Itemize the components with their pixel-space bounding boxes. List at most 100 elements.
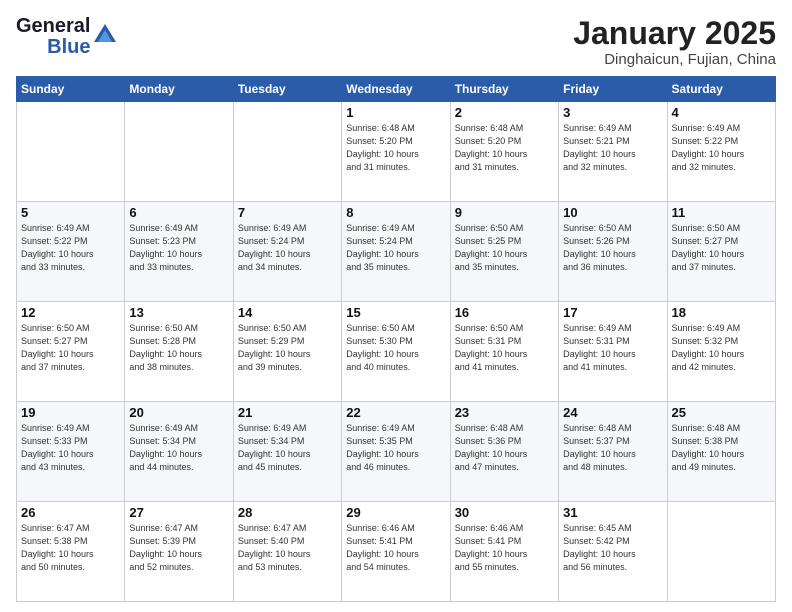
day-info: Sunrise: 6:48 AM Sunset: 5:20 PM Dayligh… [455,122,554,174]
day-cell [125,102,233,202]
day-cell: 6 Sunrise: 6:49 AM Sunset: 5:23 PM Daylig… [125,202,233,302]
day-cell: 14Sunrise: 6:50 AM Sunset: 5:29 PM Dayli… [233,302,341,402]
day-info: Sunrise: 6:49 AM Sunset: 5:32 PM Dayligh… [672,322,771,374]
day-info: Sunrise: 6:50 AM Sunset: 5:27 PM Dayligh… [672,222,771,274]
col-header-friday: Friday [559,77,667,102]
day-number: 21 [238,405,337,420]
day-info: Sunrise: 6:47 AM Sunset: 5:38 PM Dayligh… [21,522,120,574]
col-header-sunday: Sunday [17,77,125,102]
day-cell: 22Sunrise: 6:49 AM Sunset: 5:35 PM Dayli… [342,402,450,502]
day-cell: 17 Sunrise: 6:49 AM Sunset: 5:31 PM Dayli… [559,302,667,402]
day-info: Sunrise: 6:49 AM Sunset: 5:21 PM Dayligh… [563,122,662,174]
day-number: 15 [346,305,445,320]
col-header-monday: Monday [125,77,233,102]
day-cell: 4Sunrise: 6:49 AM Sunset: 5:22 PM Daylig… [667,102,775,202]
day-info: Sunrise: 6:49 AM Sunset: 5:23 PM Dayligh… [129,222,228,274]
day-cell: 27Sunrise: 6:47 AM Sunset: 5:39 PM Dayli… [125,502,233,602]
day-cell: 25Sunrise: 6:48 AM Sunset: 5:38 PM Dayli… [667,402,775,502]
day-number: 10 [563,205,662,220]
day-info: Sunrise: 6:46 AM Sunset: 5:41 PM Dayligh… [346,522,445,574]
day-cell: 30 Sunrise: 6:46 AM Sunset: 5:41 PM Dayli… [450,502,558,602]
day-info: Sunrise: 6:49 AM Sunset: 5:34 PM Dayligh… [129,422,228,474]
day-cell: 2 Sunrise: 6:48 AM Sunset: 5:20 PM Daylig… [450,102,558,202]
col-header-thursday: Thursday [450,77,558,102]
col-header-wednesday: Wednesday [342,77,450,102]
calendar-title: January 2025 [573,16,776,51]
day-cell: 21 Sunrise: 6:49 AM Sunset: 5:34 PM Dayli… [233,402,341,502]
day-number: 5 [21,205,120,220]
day-number: 3 [563,105,662,120]
day-cell: 16Sunrise: 6:50 AM Sunset: 5:31 PM Dayli… [450,302,558,402]
day-cell: 26 Sunrise: 6:47 AM Sunset: 5:38 PM Dayli… [17,502,125,602]
day-number: 11 [672,205,771,220]
day-cell: 8Sunrise: 6:49 AM Sunset: 5:24 PM Daylig… [342,202,450,302]
day-info: Sunrise: 6:49 AM Sunset: 5:33 PM Dayligh… [21,422,120,474]
day-number: 7 [238,205,337,220]
day-number: 30 [455,505,554,520]
day-number: 19 [21,405,120,420]
day-info: Sunrise: 6:50 AM Sunset: 5:28 PM Dayligh… [129,322,228,374]
day-number: 25 [672,405,771,420]
day-cell: 1Sunrise: 6:48 AM Sunset: 5:20 PM Daylig… [342,102,450,202]
day-info: Sunrise: 6:45 AM Sunset: 5:42 PM Dayligh… [563,522,662,574]
day-number: 29 [346,505,445,520]
day-cell: 10 Sunrise: 6:50 AM Sunset: 5:26 PM Dayli… [559,202,667,302]
day-cell: 20Sunrise: 6:49 AM Sunset: 5:34 PM Dayli… [125,402,233,502]
calendar-table: SundayMondayTuesdayWednesdayThursdayFrid… [16,76,776,602]
title-block: January 2025 Dinghaicun, Fujian, China [573,16,776,68]
calendar-header-row: SundayMondayTuesdayWednesdayThursdayFrid… [17,77,776,102]
day-info: Sunrise: 6:46 AM Sunset: 5:41 PM Dayligh… [455,522,554,574]
day-number: 2 [455,105,554,120]
day-number: 9 [455,205,554,220]
day-cell: 13 Sunrise: 6:50 AM Sunset: 5:28 PM Dayli… [125,302,233,402]
day-number: 8 [346,205,445,220]
day-cell: 31 Sunrise: 6:45 AM Sunset: 5:42 PM Dayli… [559,502,667,602]
day-number: 27 [129,505,228,520]
day-info: Sunrise: 6:50 AM Sunset: 5:30 PM Dayligh… [346,322,445,374]
day-info: Sunrise: 6:49 AM Sunset: 5:34 PM Dayligh… [238,422,337,474]
week-row-4: 19 Sunrise: 6:49 AM Sunset: 5:33 PM Dayli… [17,402,776,502]
day-info: Sunrise: 6:49 AM Sunset: 5:31 PM Dayligh… [563,322,662,374]
day-info: Sunrise: 6:50 AM Sunset: 5:26 PM Dayligh… [563,222,662,274]
day-cell: 24Sunrise: 6:48 AM Sunset: 5:37 PM Dayli… [559,402,667,502]
logo: General Blue [16,16,116,58]
day-number: 4 [672,105,771,120]
day-cell: 11 Sunrise: 6:50 AM Sunset: 5:27 PM Dayli… [667,202,775,302]
day-number: 16 [455,305,554,320]
day-cell: 18 Sunrise: 6:49 AM Sunset: 5:32 PM Dayli… [667,302,775,402]
day-number: 26 [21,505,120,520]
day-cell: 19 Sunrise: 6:49 AM Sunset: 5:33 PM Dayli… [17,402,125,502]
day-number: 24 [563,405,662,420]
day-cell: 29 Sunrise: 6:46 AM Sunset: 5:41 PM Dayli… [342,502,450,602]
day-number: 12 [21,305,120,320]
day-cell [17,102,125,202]
day-info: Sunrise: 6:48 AM Sunset: 5:36 PM Dayligh… [455,422,554,474]
day-cell [667,502,775,602]
col-header-saturday: Saturday [667,77,775,102]
day-cell: 23Sunrise: 6:48 AM Sunset: 5:36 PM Dayli… [450,402,558,502]
day-cell: 15 Sunrise: 6:50 AM Sunset: 5:30 PM Dayli… [342,302,450,402]
day-number: 18 [672,305,771,320]
calendar-subtitle: Dinghaicun, Fujian, China [573,51,776,68]
day-info: Sunrise: 6:49 AM Sunset: 5:24 PM Dayligh… [238,222,337,274]
day-cell [233,102,341,202]
day-number: 17 [563,305,662,320]
day-number: 13 [129,305,228,320]
day-cell: 28 Sunrise: 6:47 AM Sunset: 5:40 PM Dayli… [233,502,341,602]
day-info: Sunrise: 6:47 AM Sunset: 5:40 PM Dayligh… [238,522,337,574]
day-number: 1 [346,105,445,120]
day-info: Sunrise: 6:50 AM Sunset: 5:27 PM Dayligh… [21,322,120,374]
day-number: 22 [346,405,445,420]
week-row-5: 26 Sunrise: 6:47 AM Sunset: 5:38 PM Dayli… [17,502,776,602]
week-row-3: 12 Sunrise: 6:50 AM Sunset: 5:27 PM Dayli… [17,302,776,402]
day-cell: 12 Sunrise: 6:50 AM Sunset: 5:27 PM Dayli… [17,302,125,402]
header: General Blue January 2025 Dinghaicun, Fu… [16,16,776,68]
logo-name2: Blue [47,37,90,58]
week-row-1: 1 Sunrise: 6:48 AM Sunset: 5:20 PM Daylig… [17,102,776,202]
day-number: 28 [238,505,337,520]
day-number: 6 [129,205,228,220]
day-number: 31 [563,505,662,520]
calendar-body: 1 Sunrise: 6:48 AM Sunset: 5:20 PM Daylig… [17,102,776,602]
col-header-tuesday: Tuesday [233,77,341,102]
day-cell: 5Sunrise: 6:49 AM Sunset: 5:22 PM Daylig… [17,202,125,302]
